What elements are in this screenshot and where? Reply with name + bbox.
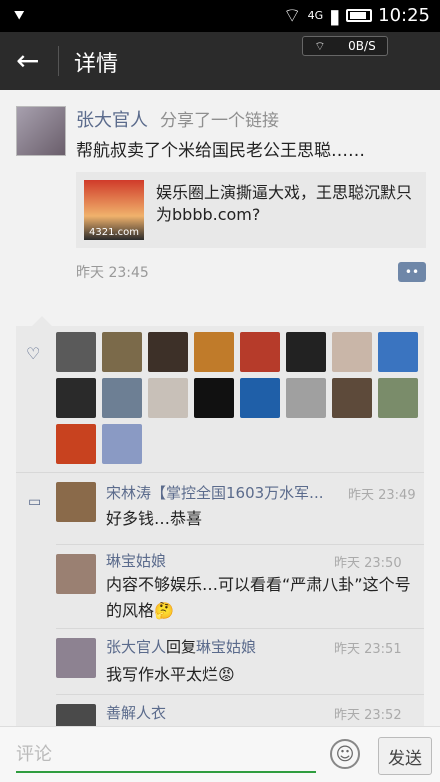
- network-label: 4G: [307, 9, 324, 22]
- commenter-name[interactable]: 琳宝姑娘: [106, 550, 166, 571]
- author-name[interactable]: 张大官人: [76, 106, 148, 132]
- notification-icon: ⯆: [12, 6, 27, 27]
- comment-input-bar: ☺ 发送: [0, 726, 440, 782]
- liker-avatar[interactable]: [56, 378, 96, 418]
- comment-button[interactable]: ••: [398, 262, 426, 282]
- commenter-name[interactable]: 张大官人回复琳宝姑娘: [106, 636, 256, 657]
- comment-text: 内容不够娱乐…可以看看“严肃八卦”这个号的风格🤔: [106, 575, 411, 620]
- net-speed-value: 0B/S: [348, 39, 376, 53]
- liker-avatar[interactable]: [332, 378, 372, 418]
- comment-input[interactable]: [16, 737, 316, 773]
- wifi-icon: ⌔: [314, 38, 326, 53]
- liker-avatar[interactable]: [102, 424, 142, 464]
- toolbar-divider: [58, 46, 59, 76]
- liker-avatar[interactable]: [56, 424, 96, 464]
- liker-avatar[interactable]: [148, 332, 188, 372]
- comment-item[interactable]: ▭ 宋林涛【掌控全国1603万水军... 昨天 23:49 好多钱…恭喜: [16, 472, 424, 544]
- liker-avatar[interactable]: [378, 378, 418, 418]
- net-speed-badge: ⌔ 0B/S: [302, 36, 388, 56]
- reply-word: 回复: [166, 638, 197, 656]
- app-bar: ← 详情 ⌔ 0B/S: [0, 32, 440, 90]
- comment-item[interactable]: 善解人衣 昨天 23:52: [16, 694, 424, 726]
- status-icons: ⌔ 4G ▮ 10:25: [283, 3, 430, 28]
- commenter-name[interactable]: 善解人衣: [106, 702, 166, 723]
- status-bar: ⯆ ⌔ 4G ▮ 10:25: [0, 0, 440, 32]
- comment-text: 好多钱…恭喜: [106, 509, 203, 528]
- liker-avatar[interactable]: [286, 332, 326, 372]
- commenter-name-text[interactable]: 张大官人: [106, 638, 166, 656]
- commenter-avatar[interactable]: [56, 704, 96, 726]
- comment-icon: ▭: [28, 494, 42, 510]
- liker-avatar[interactable]: [240, 332, 280, 372]
- wifi-icon: ⌔: [282, 3, 302, 27]
- commenter-avatar[interactable]: [56, 482, 96, 522]
- commenter-avatar[interactable]: [56, 554, 96, 594]
- post-text: 帮航叔卖了个米给国民老公王思聪……: [76, 141, 365, 161]
- liker-avatar[interactable]: [194, 332, 234, 372]
- link-thumbnail-caption: 4321.com: [89, 227, 139, 238]
- commenter-name[interactable]: 宋林涛【掌控全国1603万水军...: [106, 482, 336, 503]
- likes-row: ♡: [16, 326, 424, 472]
- liker-avatar[interactable]: [332, 332, 372, 372]
- comment-time: 昨天 23:51: [334, 642, 402, 657]
- emoji-icon[interactable]: ☺: [330, 739, 360, 769]
- comment-time: 昨天 23:50: [334, 556, 402, 571]
- comment-time: 昨天 23:49: [348, 488, 416, 503]
- comment-time: 昨天 23:52: [334, 708, 402, 723]
- commenter-avatar[interactable]: [56, 638, 96, 678]
- liker-avatar[interactable]: [286, 378, 326, 418]
- reply-target-name[interactable]: 琳宝姑娘: [196, 638, 256, 656]
- heart-icon: ♡: [26, 344, 41, 363]
- send-button[interactable]: 发送: [378, 737, 432, 775]
- comment-text: 我写作水平太烂😡: [106, 665, 235, 684]
- link-title: 娱乐圈上演撕逼大戏，王思聪沉默只为bbbb.com?: [156, 183, 413, 224]
- liker-avatar[interactable]: [194, 378, 234, 418]
- share-text: 分享了一个链接: [160, 111, 279, 131]
- comment-item[interactable]: 琳宝姑娘 昨天 23:50 内容不够娱乐…可以看看“严肃八卦”这个号的风格🤔: [16, 544, 424, 626]
- interaction-panel: ♡ ▭ 宋林涛【掌控全国1603万水军... 昨天 23:49 好多钱…恭喜 琳…: [16, 316, 424, 726]
- clock: 10:25: [378, 5, 430, 26]
- liker-avatar[interactable]: [102, 378, 142, 418]
- comment-item[interactable]: 张大官人回复琳宝姑娘 昨天 23:51 我写作水平太烂😡: [16, 628, 424, 694]
- link-thumbnail: 4321.com: [84, 180, 144, 240]
- battery-icon: [346, 9, 373, 22]
- post-time: 昨天 23:45: [76, 265, 149, 281]
- liker-avatar[interactable]: [378, 332, 418, 372]
- back-arrow-icon[interactable]: ←: [16, 44, 39, 77]
- liker-avatar[interactable]: [240, 378, 280, 418]
- author-avatar[interactable]: [16, 106, 66, 156]
- signal-icon: ▮: [329, 3, 341, 28]
- liker-avatar[interactable]: [56, 332, 96, 372]
- liker-avatar[interactable]: [102, 332, 142, 372]
- page-title: 详情: [74, 52, 119, 77]
- like-avatar-grid: [56, 332, 418, 464]
- liker-avatar[interactable]: [148, 378, 188, 418]
- link-card[interactable]: 4321.com 娱乐圈上演撕逼大戏，王思聪沉默只为bbbb.com?: [76, 172, 426, 248]
